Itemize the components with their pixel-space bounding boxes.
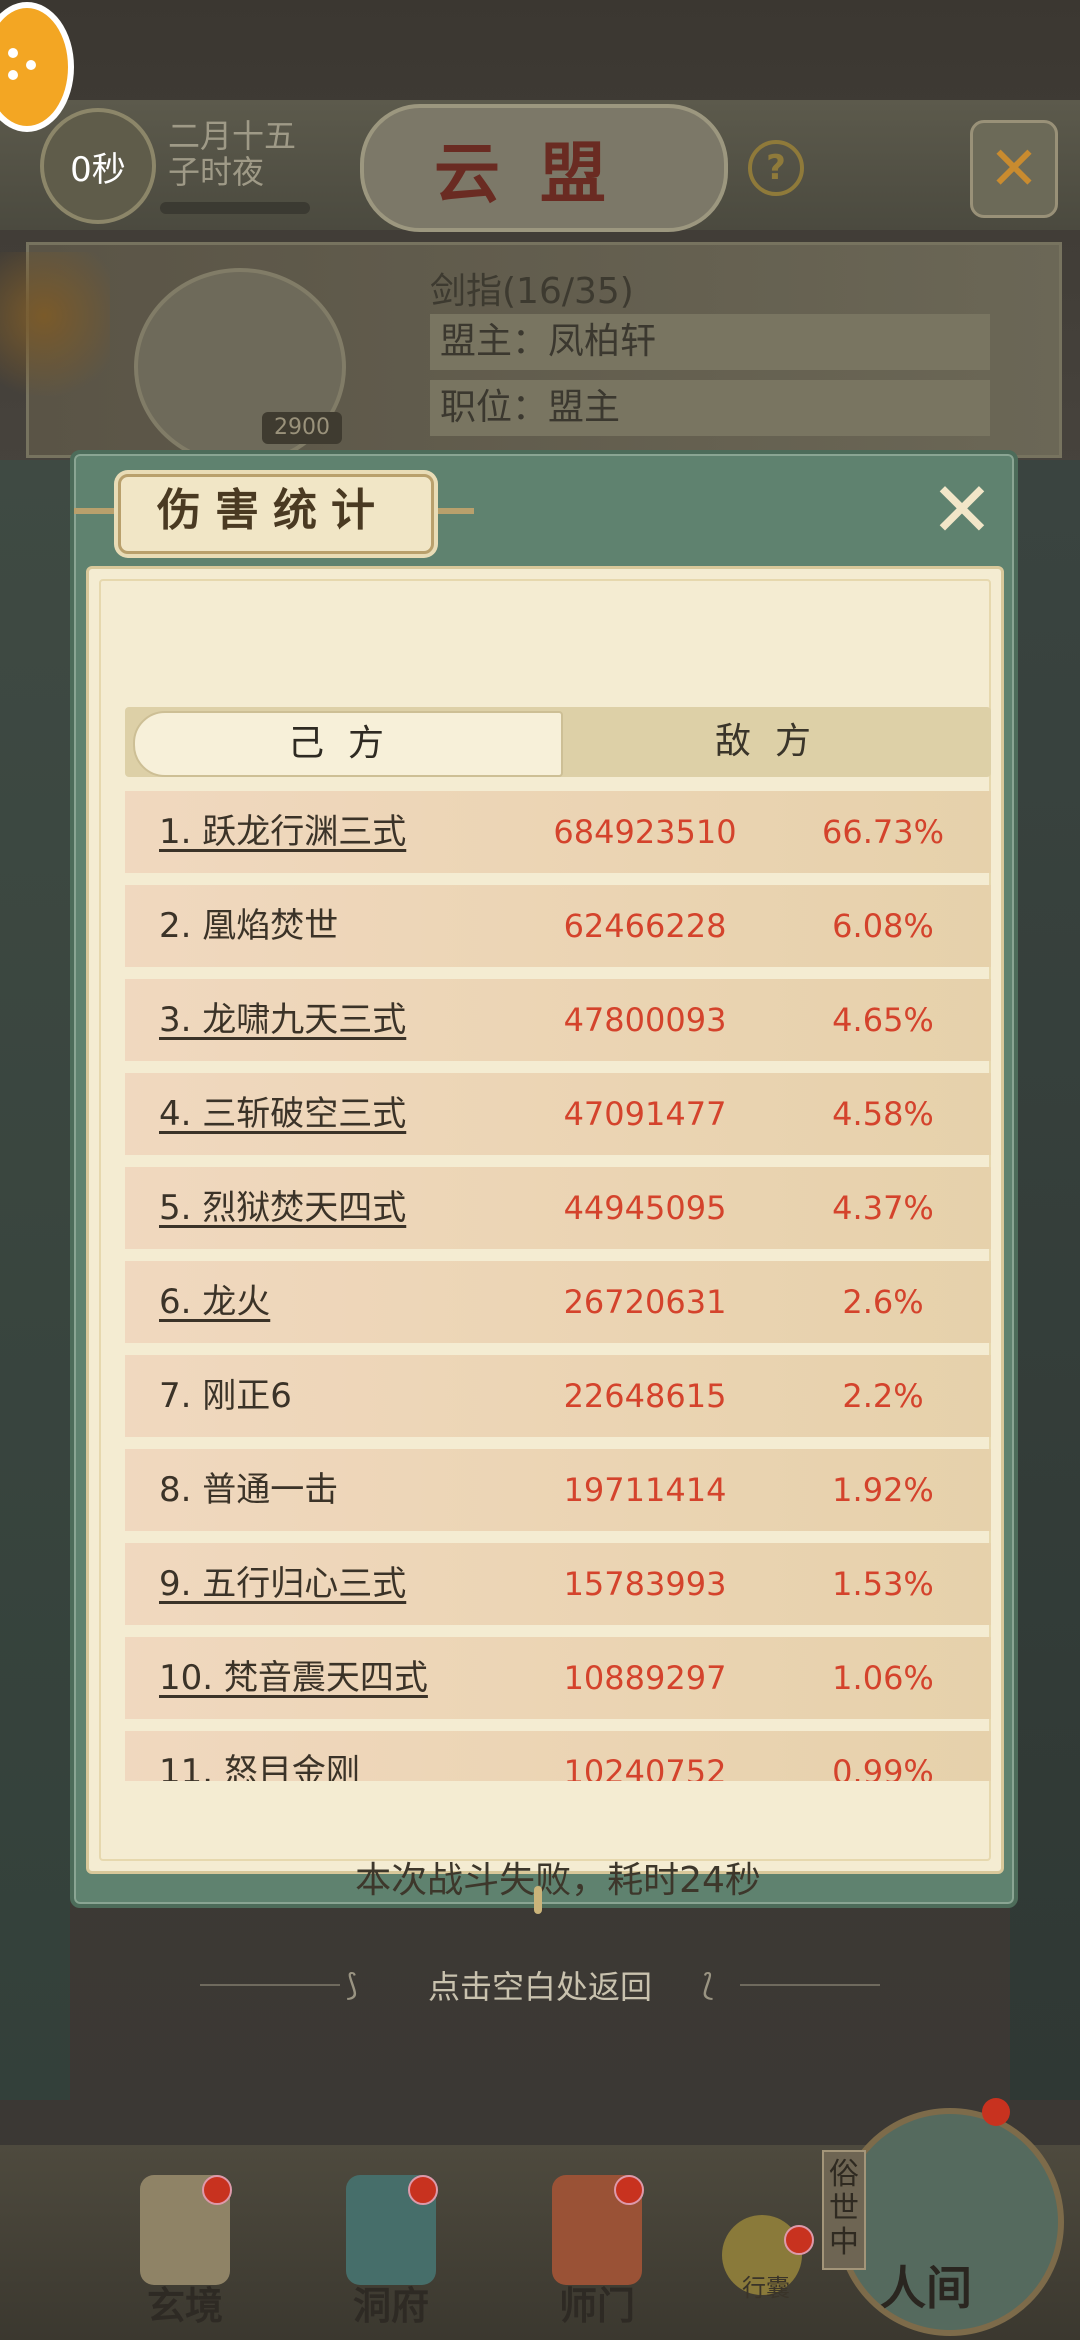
damage-percent: 4.65% [832, 1001, 934, 1039]
nav-xuanjing[interactable]: 玄境 [120, 2175, 250, 2335]
nav-label: 师门 [558, 2283, 635, 2328]
damage-row[interactable]: 9. 五行归心三式 15783993 1.53% [125, 1543, 991, 1625]
damage-percent: 4.58% [832, 1095, 934, 1133]
game-date: 二月十五 子时夜 [168, 118, 296, 190]
help-icon[interactable]: ? [748, 140, 804, 196]
scene-left-edge [0, 460, 70, 2100]
nav-label: 洞府 [352, 2283, 429, 2328]
damage-row[interactable]: 1. 跃龙行渊三式 684923510 66.73% [125, 791, 991, 873]
notification-badge [982, 2098, 1010, 2126]
damage-percent: 2.2% [842, 1377, 924, 1415]
nav-bag[interactable] [702, 2175, 832, 2335]
date-time: 子时夜 [168, 153, 265, 191]
damage-value: 47800093 [563, 1001, 727, 1039]
damage-value: 684923510 [553, 813, 737, 851]
guild-leader: 盟主：凤柏轩 [430, 314, 990, 370]
bag-label: 行囊 [742, 2274, 790, 2302]
damage-value: 47091477 [563, 1095, 727, 1133]
damage-value: 22648615 [563, 1377, 727, 1415]
skill-name: 2. 凰焰焚世 [159, 906, 339, 946]
date-progress [160, 202, 310, 214]
damage-row[interactable]: 4. 三斩破空三式 47091477 4.58% [125, 1073, 991, 1155]
skill-name[interactable]: 3. 龙啸九天三式 [159, 979, 406, 1061]
damage-list[interactable]: 1. 跃龙行渊三式 684923510 66.73% 2. 凰焰焚世 62466… [125, 791, 991, 1781]
guild-name: 剑指(16/35) [430, 271, 634, 312]
skill-name[interactable]: 10. 梵音震天四式 [159, 1637, 428, 1719]
skill-name[interactable]: 4. 三斩破空三式 [159, 1073, 406, 1155]
damage-percent: 4.37% [832, 1189, 934, 1227]
damage-row[interactable]: 5. 烈狱焚天四式 44945095 4.37% [125, 1167, 991, 1249]
skill-name[interactable]: 5. 烈狱焚天四式 [159, 1167, 406, 1249]
damage-row[interactable]: 8. 普通一击 19711414 1.92% [125, 1449, 991, 1531]
skill-name: 8. 普通一击 [159, 1470, 339, 1510]
damage-value: 10240752 [563, 1753, 727, 1781]
skill-name: 11. 怒目金刚 [159, 1752, 360, 1781]
tab-own-side[interactable]: 己方 [133, 711, 563, 777]
damage-row[interactable]: 2. 凰焰焚世 62466228 6.08% [125, 885, 991, 967]
damage-row[interactable]: 3. 龙啸九天三式 47800093 4.65% [125, 979, 991, 1061]
damage-percent: 1.92% [832, 1471, 934, 1509]
damage-percent: 66.73% [821, 813, 944, 851]
damage-percent: 1.53% [832, 1565, 934, 1603]
damage-value: 62466228 [563, 907, 727, 945]
damage-percent: 0.99% [832, 1753, 934, 1781]
notification-badge [408, 2175, 438, 2205]
damage-row[interactable]: 11. 怒目金刚 10240752 0.99% [125, 1731, 991, 1781]
nav-label: 玄境 [146, 2283, 223, 2328]
nav-shimen[interactable]: 师门 [532, 2175, 662, 2335]
world-label: 人间 [880, 2261, 972, 2315]
battle-result-text: 本次战斗失败，耗时24秒 [355, 1860, 761, 1901]
damage-value: 26720631 [563, 1283, 727, 1321]
damage-stats-modal: 伤害统计 ✕ 己方 敌方 1. 跃龙行渊三式 684923510 66.73% … [70, 450, 1018, 1914]
damage-value: 44945095 [563, 1189, 727, 1227]
guild-position: 职位：盟主 [430, 380, 990, 436]
close-icon[interactable]: ✕ [970, 120, 1058, 218]
title-ornament-left [74, 508, 114, 514]
modal-content-panel: 己方 敌方 1. 跃龙行渊三式 684923510 66.73% 2. 凰焰焚世… [86, 566, 1004, 1901]
damage-value: 10889297 [563, 1659, 727, 1697]
notification-badge [614, 2175, 644, 2205]
modal-title: 伤害统计 [157, 485, 389, 536]
scene-right-edge [1010, 460, 1080, 2100]
damage-value: 19711414 [563, 1471, 727, 1509]
tree-decoration [0, 252, 110, 412]
damage-percent: 2.6% [842, 1283, 924, 1321]
power-badge: 2900 [262, 412, 342, 444]
damage-row[interactable]: 7. 刚正6 22648615 2.2% [125, 1355, 991, 1437]
damage-row[interactable]: 6. 龙火 26720631 2.6% [125, 1261, 991, 1343]
world-status-tag: 俗世中 [822, 2150, 866, 2270]
tap-to-return-hint[interactable]: 点击空白处返回 [0, 1962, 1080, 2008]
tab-enemy-side[interactable]: 敌方 [565, 711, 985, 773]
damage-percent: 6.08% [832, 907, 934, 945]
damage-value: 15783993 [563, 1565, 727, 1603]
notification-badge [784, 2225, 814, 2255]
modal-bottom-ornament [534, 1886, 542, 1914]
damage-percent: 1.06% [832, 1659, 934, 1697]
date-day: 二月十五 [168, 117, 297, 155]
page-title: 云盟 [434, 134, 646, 212]
skill-name[interactable]: 9. 五行归心三式 [159, 1543, 406, 1625]
side-tabs: 己方 敌方 [125, 707, 991, 777]
damage-row[interactable]: 10. 梵音震天四式 10889297 1.06% [125, 1637, 991, 1719]
title-ornament-right [434, 508, 474, 514]
skill-name: 7. 刚正6 [159, 1376, 292, 1416]
nav-dongfu[interactable]: 洞府 [326, 2175, 456, 2335]
skill-name[interactable]: 6. 龙火 [159, 1261, 270, 1343]
notification-badge [202, 2175, 232, 2205]
battle-timer: 0秒 [40, 108, 156, 224]
modal-close-icon[interactable]: ✕ [926, 472, 998, 548]
skill-name[interactable]: 1. 跃龙行渊三式 [159, 791, 406, 873]
